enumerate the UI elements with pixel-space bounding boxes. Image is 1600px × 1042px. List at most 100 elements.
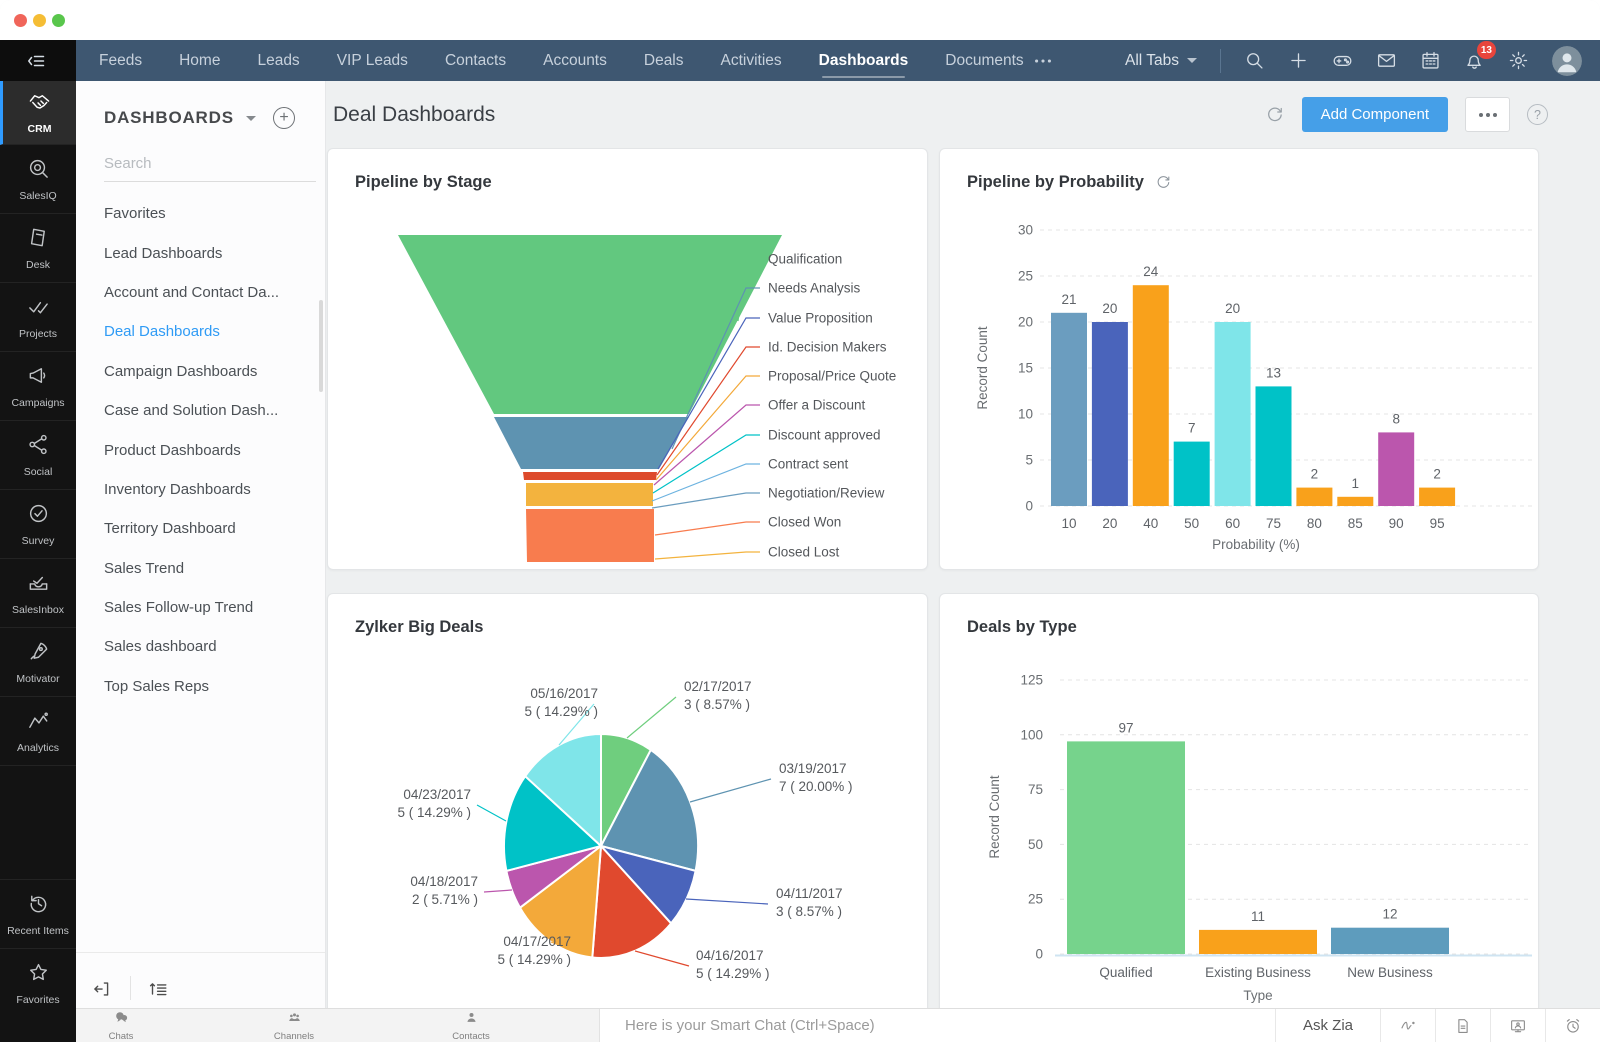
tab-activities[interactable]: Activities bbox=[721, 40, 782, 81]
big-deals-pie-chart[interactable]: 02/17/2017 3 ( 8.57% ) 03/19/2017 7 ( 20.00… bbox=[328, 594, 929, 1040]
ask-zia-button[interactable]: Ask Zia bbox=[1274, 1009, 1380, 1042]
dashboard-item-sales-trend[interactable]: Sales Trend bbox=[76, 549, 325, 588]
refresh-dashboard-icon[interactable] bbox=[1265, 105, 1285, 125]
rail-item-motivator[interactable]: Motivator bbox=[0, 628, 76, 697]
bar-10[interactable] bbox=[1051, 312, 1087, 506]
dashboard-item-deal-dashboards[interactable]: Deal Dashboards bbox=[76, 312, 325, 351]
dashboard-item-sales-follow-up-trend[interactable]: Sales Follow-up Trend bbox=[76, 588, 325, 627]
nav-right-controls: All Tabs 13 bbox=[1125, 40, 1600, 81]
rail-item-salesiq[interactable]: SalesIQ bbox=[0, 145, 76, 214]
svg-text:11: 11 bbox=[1251, 909, 1265, 924]
nav-collapse-button[interactable] bbox=[0, 40, 76, 81]
tab-vip-leads[interactable]: VIP Leads bbox=[337, 40, 408, 81]
svg-text:24: 24 bbox=[1143, 264, 1159, 279]
rail-item-campaigns[interactable]: Campaigns bbox=[0, 352, 76, 421]
rail-item-survey[interactable]: Survey bbox=[0, 490, 76, 559]
rail-item-desk[interactable]: Desk bbox=[0, 214, 76, 283]
dashboard-item-account-and-contact-da[interactable]: Account and Contact Da... bbox=[76, 273, 325, 312]
svg-text:04/16/2017: 04/16/2017 bbox=[696, 948, 764, 963]
svg-text:7 ( 20.00% ): 7 ( 20.00% ) bbox=[779, 779, 853, 794]
svg-text:15: 15 bbox=[1018, 361, 1033, 376]
tab-feeds[interactable]: Feeds bbox=[99, 40, 142, 81]
zia-icon[interactable] bbox=[1380, 1009, 1435, 1042]
collapse-panel-icon[interactable] bbox=[92, 978, 114, 1000]
nav-more-tabs-icon[interactable] bbox=[1032, 40, 1054, 81]
deals-type-bar-chart[interactable]: 0 25 50 75 100 125 97 Qualified 11 Existing Busin… bbox=[940, 594, 1540, 1040]
search-icon[interactable] bbox=[1244, 50, 1265, 71]
bar-qualified[interactable] bbox=[1067, 741, 1185, 954]
add-dashboard-button[interactable]: + bbox=[273, 107, 295, 129]
notifications-bell-icon[interactable]: 13 bbox=[1464, 41, 1496, 71]
dashboard-item-top-sales-reps[interactable]: Top Sales Reps bbox=[76, 667, 325, 706]
bar-95[interactable] bbox=[1419, 487, 1456, 506]
probability-bar-chart[interactable]: 0 5 10 15 20 25 30 21 10 20 20 24 40 7 50 20 60 13 75 2 80 1 8… bbox=[940, 149, 1540, 571]
tab-home[interactable]: Home bbox=[179, 40, 220, 81]
document-icon[interactable] bbox=[1435, 1009, 1490, 1042]
bar-80[interactable] bbox=[1296, 487, 1333, 506]
dashboard-item-favorites[interactable]: Favorites bbox=[76, 194, 325, 233]
dashboard-item-sales-dashboard[interactable]: Sales dashboard bbox=[76, 627, 325, 666]
svg-text:Qualification: Qualification bbox=[768, 252, 842, 267]
dashboard-item-inventory-dashboards[interactable]: Inventory Dashboards bbox=[76, 470, 325, 509]
quick-add-icon[interactable] bbox=[1288, 50, 1309, 71]
rail-item-social[interactable]: Social bbox=[0, 421, 76, 490]
svg-text:60: 60 bbox=[1225, 516, 1240, 531]
smart-chat-input[interactable] bbox=[625, 1017, 1243, 1034]
bar-existing-business[interactable] bbox=[1199, 929, 1317, 954]
bar-40[interactable] bbox=[1132, 285, 1169, 506]
panel-dropdown-caret-icon[interactable] bbox=[245, 115, 256, 121]
bar-75[interactable] bbox=[1255, 386, 1292, 506]
add-component-button[interactable]: Add Component bbox=[1301, 97, 1448, 132]
bar-85[interactable] bbox=[1337, 496, 1374, 506]
handshake-icon bbox=[28, 90, 51, 118]
tab-leads[interactable]: Leads bbox=[257, 40, 299, 81]
funnel-chart[interactable]: Qualification Needs Analysis Value Proposi… bbox=[328, 149, 929, 569]
rail-item-projects[interactable]: Projects bbox=[0, 283, 76, 352]
sort-list-icon[interactable] bbox=[147, 978, 169, 1000]
tab-contacts[interactable]: Contacts bbox=[445, 40, 506, 81]
rail-item-recent-items[interactable]: Recent Items bbox=[0, 879, 76, 948]
bar-20[interactable] bbox=[1091, 322, 1128, 506]
screen-share-icon[interactable] bbox=[1490, 1009, 1545, 1042]
dashboard-item-product-dashboards[interactable]: Product Dashboards bbox=[76, 430, 325, 469]
more-options-button[interactable] bbox=[1465, 97, 1510, 132]
tab-documents[interactable]: Documents bbox=[945, 40, 1023, 81]
tab-dashboards[interactable]: Dashboards bbox=[819, 40, 908, 81]
double-check-icon bbox=[27, 295, 50, 323]
reminder-clock-icon[interactable] bbox=[1545, 1009, 1600, 1042]
svg-text:Offer a Discount: Offer a Discount bbox=[768, 398, 866, 413]
bar-60[interactable] bbox=[1214, 322, 1251, 506]
dashboard-item-case-and-solution-dash[interactable]: Case and Solution Dash... bbox=[76, 391, 325, 430]
dashboard-item-territory-dashboard[interactable]: Territory Dashboard bbox=[76, 509, 325, 548]
tab-deals[interactable]: Deals bbox=[644, 40, 684, 81]
dashboard-item-lead-dashboards[interactable]: Lead Dashboards bbox=[76, 233, 325, 272]
bar-50[interactable] bbox=[1173, 441, 1210, 506]
close-window-button[interactable] bbox=[14, 13, 27, 27]
rail-item-salesinbox[interactable]: SalesInbox bbox=[0, 559, 76, 628]
bar-90[interactable] bbox=[1378, 432, 1415, 506]
dashboard-search-input[interactable] bbox=[104, 151, 316, 182]
rail-item-label: Survey bbox=[21, 534, 55, 547]
rail-item-crm[interactable]: CRM bbox=[0, 81, 76, 145]
tab-accounts[interactable]: Accounts bbox=[543, 40, 607, 81]
zoom-window-button[interactable] bbox=[52, 13, 65, 27]
chat-actions: Ask Zia bbox=[1274, 1009, 1600, 1042]
svg-text:Closed Lost: Closed Lost bbox=[768, 545, 840, 560]
help-icon[interactable]: ? bbox=[1527, 104, 1548, 125]
panel-scrollbar[interactable] bbox=[319, 300, 323, 392]
dashboard-item-campaign-dashboards[interactable]: Campaign Dashboards bbox=[76, 352, 325, 391]
all-tabs-dropdown[interactable]: All Tabs bbox=[1125, 52, 1197, 70]
refresh-chart-icon[interactable] bbox=[1155, 174, 1172, 191]
gamescope-icon[interactable] bbox=[1332, 50, 1353, 71]
minimize-window-button[interactable] bbox=[33, 13, 46, 27]
rail-item-analytics[interactable]: Analytics bbox=[0, 697, 76, 766]
chat-tab-chats[interactable]: Chats bbox=[76, 1009, 166, 1042]
chat-tab-contacts[interactable]: Contacts bbox=[411, 1009, 531, 1042]
user-avatar[interactable] bbox=[1552, 45, 1582, 76]
chat-tab-channels[interactable]: Channels bbox=[234, 1009, 354, 1042]
bar-new-business[interactable] bbox=[1331, 927, 1449, 954]
calendar-icon[interactable] bbox=[1420, 50, 1441, 71]
rail-item-favorites[interactable]: Favorites bbox=[0, 948, 76, 1017]
gear-icon[interactable] bbox=[1508, 50, 1529, 71]
mail-icon[interactable] bbox=[1376, 50, 1397, 71]
